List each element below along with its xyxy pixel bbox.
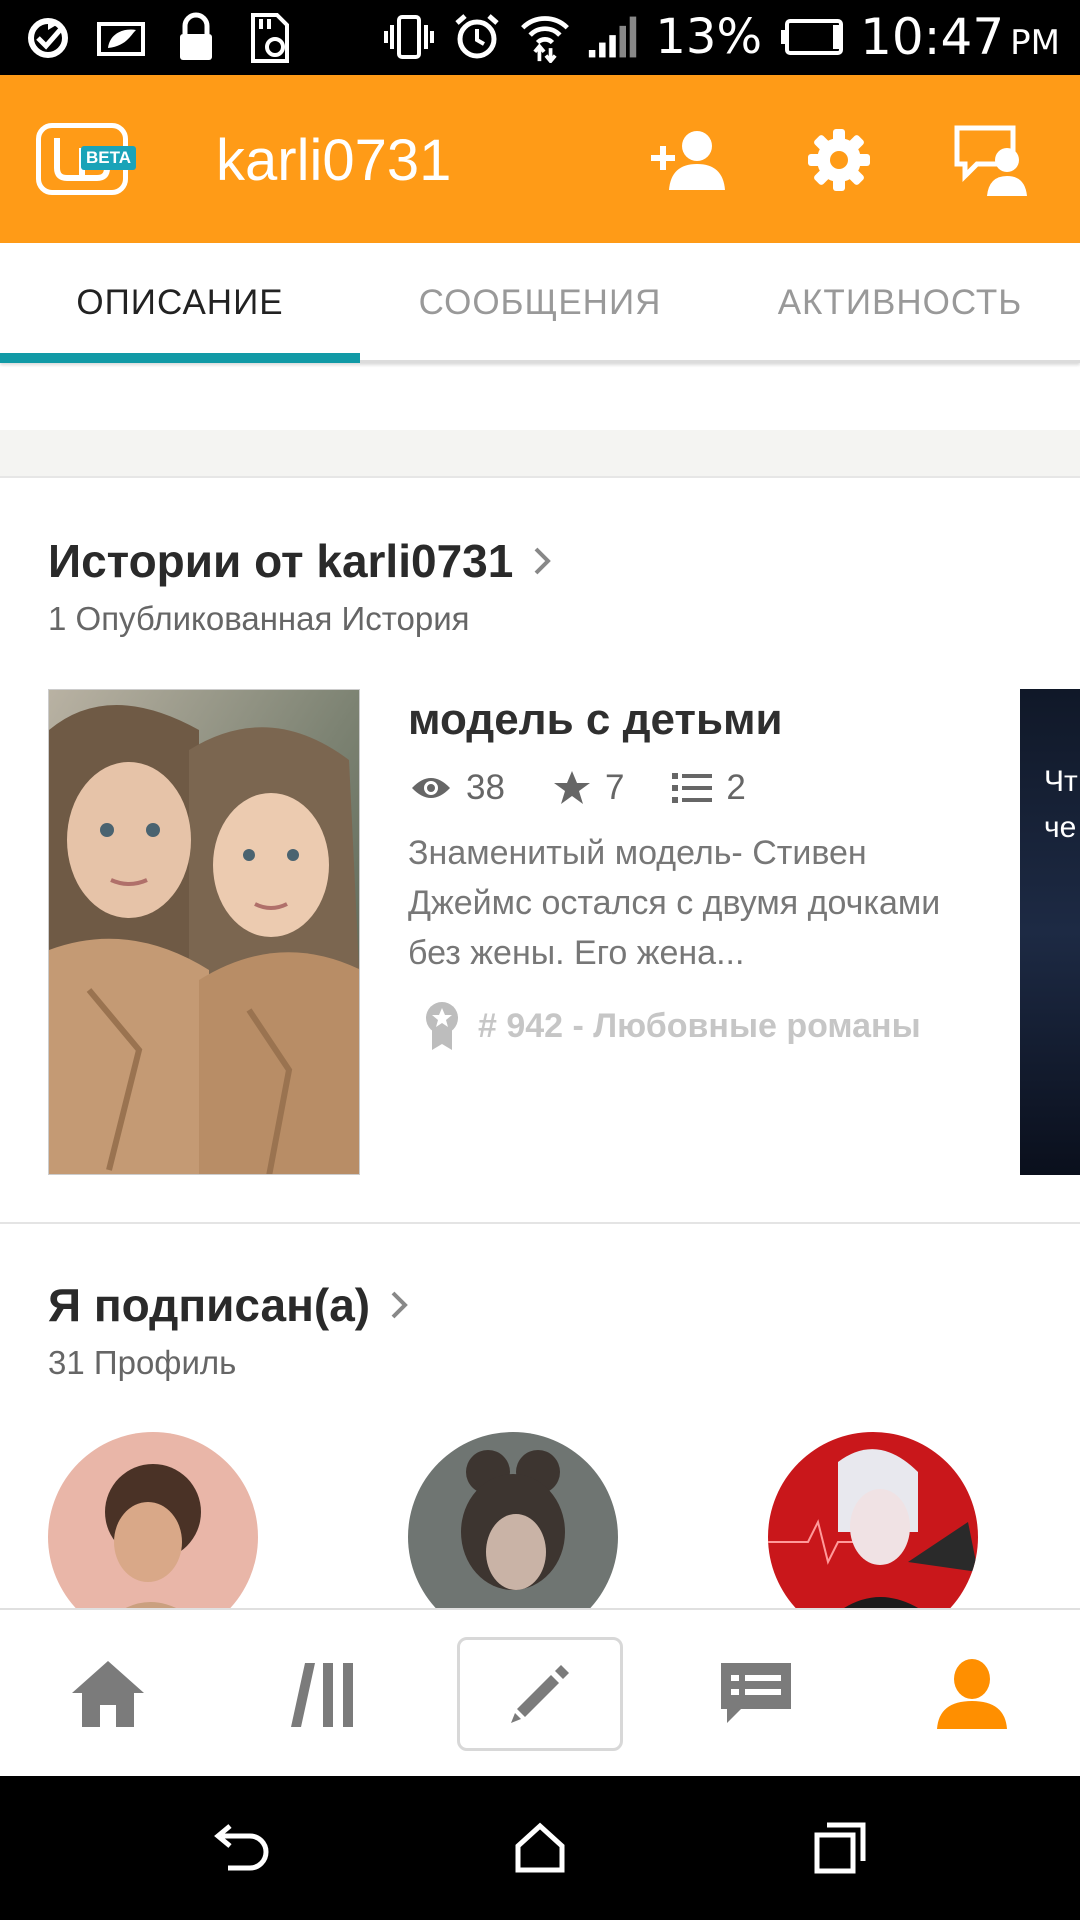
- section-divider: [0, 1222, 1080, 1224]
- next-story-cover-text: Чт че: [1044, 765, 1078, 844]
- votes-stat: 7: [553, 768, 624, 808]
- following-count: 31 Профиль: [48, 1344, 237, 1381]
- app-bar: BETA karli0731: [0, 75, 1080, 243]
- lock-icon: [170, 10, 222, 66]
- wattpad-logo[interactable]: BETA: [36, 123, 137, 195]
- home-outline-icon: [515, 1822, 565, 1873]
- profile-username: karli0731: [216, 128, 452, 193]
- beta-badge: BETA: [81, 146, 137, 170]
- library-icon: [291, 1663, 353, 1727]
- sd-card-icon: [244, 10, 296, 66]
- status-bar: 13% 10:47 PM: [0, 0, 1080, 75]
- votes-count: 7: [604, 768, 625, 807]
- chevron-right-icon: [527, 541, 557, 581]
- reads-count: 38: [466, 768, 505, 807]
- story-rank: # 942 - Любовные романы: [424, 1000, 921, 1052]
- nav-write[interactable]: [457, 1637, 623, 1751]
- home-icon: [72, 1661, 144, 1727]
- clock: 10:47 PM: [860, 8, 1060, 66]
- battery-percent: 13%: [655, 9, 763, 65]
- system-back-button[interactable]: [190, 1798, 290, 1898]
- system-home-button[interactable]: [490, 1798, 590, 1898]
- tab-activity[interactable]: АКТИВНОСТЬ: [720, 243, 1080, 363]
- nav-profile[interactable]: [864, 1610, 1080, 1778]
- list-icon: [672, 773, 713, 803]
- profile-icon: [937, 1659, 1007, 1729]
- sync-icon: [22, 10, 74, 66]
- story-stats: 38 7 2: [410, 768, 784, 808]
- battery-icon: [778, 9, 844, 65]
- tab-indicator: [0, 353, 360, 363]
- nav-library[interactable]: [216, 1610, 432, 1778]
- nav-messages[interactable]: [648, 1610, 864, 1778]
- settings-button[interactable]: [794, 115, 884, 205]
- system-navigation-bar: [0, 1776, 1080, 1920]
- write-icon: [511, 1665, 569, 1723]
- chevron-right-icon: [384, 1285, 414, 1325]
- story-title[interactable]: модель с детьми: [408, 695, 783, 745]
- message-icon: [954, 125, 1027, 196]
- reads-stat: 38: [410, 768, 505, 808]
- signal-icon: [587, 9, 639, 65]
- stories-count: 1 Опубликованная История: [48, 600, 470, 637]
- bottom-navigation: [0, 1608, 1080, 1776]
- alarm-icon: [451, 9, 503, 65]
- back-icon: [214, 1824, 269, 1871]
- next-story-cover[interactable]: Чт че: [1020, 689, 1080, 1175]
- parts-count: 2: [726, 768, 746, 807]
- tab-messages[interactable]: СООБЩЕНИЯ: [360, 243, 720, 363]
- story-description: Знаменитый модель- Стивен Джеймс остался…: [408, 834, 941, 972]
- profile-tabs: ОПИСАНИЕ СООБЩЕНИЯ АКТИВНОСТЬ: [0, 243, 1080, 363]
- section-separator: [0, 430, 1080, 478]
- recents-icon: [814, 1822, 866, 1874]
- ribbon-award-icon: [426, 1002, 458, 1050]
- stories-heading[interactable]: Истории от karli0731: [48, 534, 557, 588]
- message-user-button[interactable]: [948, 115, 1038, 205]
- eye-icon: [412, 778, 450, 798]
- eco-mode-icon: [96, 10, 148, 66]
- vibrate-icon: [383, 9, 435, 65]
- add-friend-button[interactable]: [645, 115, 735, 205]
- parts-stat: 2: [672, 768, 746, 808]
- add-friend-icon: [651, 131, 725, 190]
- star-icon: [553, 771, 590, 804]
- nav-home[interactable]: [0, 1610, 216, 1778]
- system-recents-button[interactable]: [790, 1798, 890, 1898]
- story-cover-image[interactable]: [48, 689, 360, 1175]
- settings-icon: [808, 129, 870, 191]
- following-heading[interactable]: Я подписан(а): [48, 1278, 414, 1332]
- messages-icon: [721, 1663, 791, 1723]
- wifi-icon: [519, 9, 571, 65]
- tab-description[interactable]: ОПИСАНИЕ: [0, 243, 360, 363]
